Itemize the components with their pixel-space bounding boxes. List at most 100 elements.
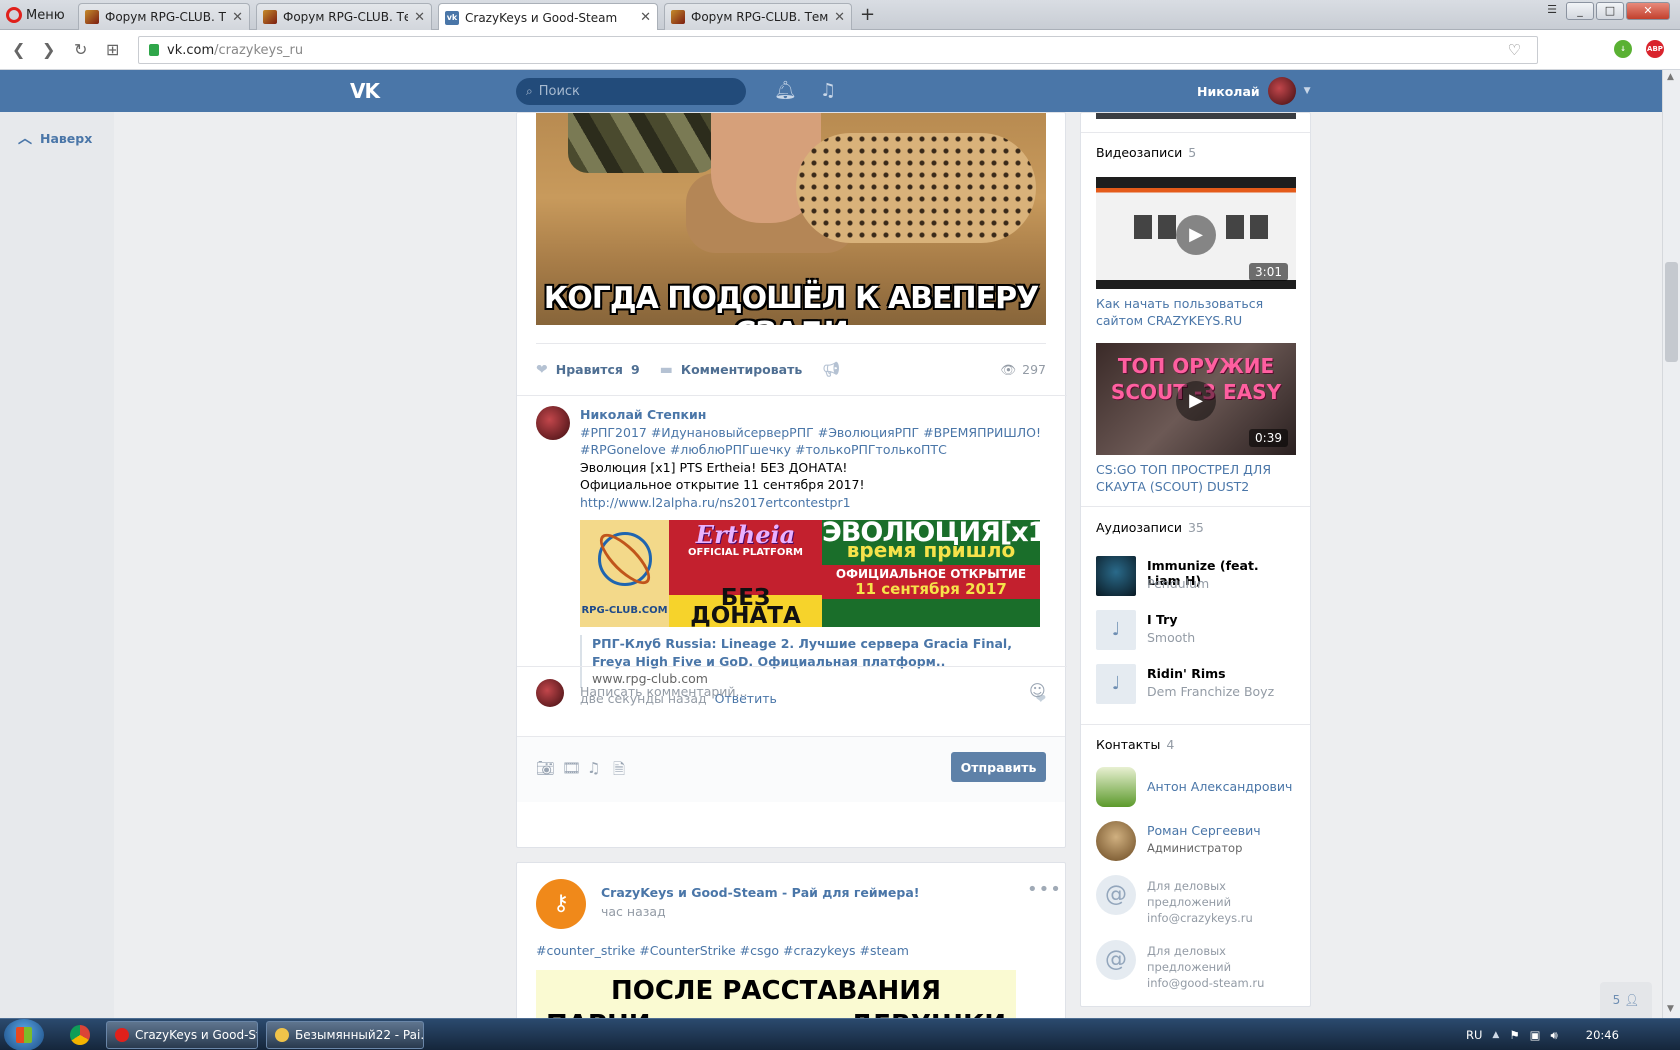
language-indicator[interactable]: RU [1466, 1028, 1482, 1042]
tab-rpg-forum-3[interactable]: Форум RPG-CLUB. Тема: Г ✕ [664, 3, 852, 30]
search-box[interactable]: ⌕ [516, 78, 746, 105]
video-thumbnail[interactable]: ТОП ОРУЖИЕ SCOUT -3 EASY ▶ 0:39 [1096, 343, 1296, 455]
tab-close-icon[interactable]: ✕ [414, 10, 425, 25]
reload-icon[interactable]: ↻ [74, 40, 87, 59]
scroll-down-arrow-icon[interactable]: ▼ [1667, 1004, 1674, 1014]
more-options-icon[interactable]: ••• [1027, 879, 1062, 900]
scrollbar-thumb[interactable] [1665, 262, 1678, 362]
video-icon[interactable]: 🎞︎ [562, 759, 581, 777]
contact-name[interactable]: Антон Александрович [1147, 779, 1292, 794]
scroll-up-column[interactable]: ︿ Наверх [0, 112, 114, 1018]
track-artist[interactable]: Pendulum [1147, 576, 1209, 591]
divider [1081, 132, 1310, 133]
scroll-up-arrow-icon[interactable]: ▲ [1667, 72, 1674, 82]
scroll-to-top-link[interactable]: ︿ Наверх [18, 128, 92, 148]
adblock-extension-icon[interactable]: ABP [1646, 40, 1664, 58]
network-icon[interactable]: ▣ [1530, 1028, 1541, 1042]
play-icon: ▶ [1176, 215, 1216, 255]
music-note-icon[interactable]: ♫ [587, 759, 600, 777]
post-image[interactable]: КОГДА ПОДОШЁЛ К АВЕПЕРУ СЗАДИ [536, 113, 1046, 325]
comment-link[interactable]: http://www.l2alpha.ru/ns2017ertcontestpr… [580, 494, 1046, 512]
track-artist[interactable]: Dem Franchize Boyz [1147, 684, 1274, 699]
comment-author-link[interactable]: Николай Степкин [580, 406, 1046, 424]
tab-rpg-forum-1[interactable]: Форум RPG-CLUB. Тема: 2 ✕ [78, 3, 250, 30]
group-avatar-key-icon[interactable]: ⚷ [536, 879, 586, 929]
tab-close-icon[interactable]: ✕ [834, 10, 845, 25]
back-icon[interactable]: ❮ [12, 40, 25, 59]
emoji-icon[interactable]: ☺ [1029, 681, 1046, 700]
email-at-icon: @ [1096, 875, 1136, 915]
speed-dial-icon[interactable]: ⊞ [106, 40, 119, 59]
audio-header[interactable]: Аудиозаписи 35 [1096, 520, 1204, 535]
divider [1081, 506, 1310, 507]
contact-name[interactable]: Роман Сергеевич [1147, 823, 1261, 838]
track-artist[interactable]: Smooth [1147, 630, 1195, 645]
contact-role: Администратор [1147, 841, 1243, 855]
chrome-icon[interactable] [70, 1025, 90, 1045]
close-window-icon[interactable]: ✕ [1626, 2, 1670, 20]
group-name-link[interactable]: CrazyKeys и Good-Steam - Рай для геймера… [601, 885, 919, 900]
comment-input[interactable]: Написать комментарий... [580, 684, 747, 699]
videos-count: 5 [1188, 145, 1197, 160]
comment-hashtags[interactable]: #RPGonelove #люблюРПГшечку #толькоРПГтол… [580, 441, 1046, 459]
notifications-bell-icon[interactable]: 🔔︎ [774, 80, 797, 101]
image-caption: КОГДА ПОДОШЁЛ К АВЕПЕРУ СЗАДИ [543, 281, 1040, 325]
tab-rpg-forum-2[interactable]: Форум RPG-CLUB. Тема: 2 ✕ [256, 3, 432, 30]
like-button[interactable]: ❤ Нравится 9 [536, 362, 640, 378]
url-field[interactable]: vk.com/crazykeys_ru ♡ [138, 36, 1538, 64]
tab-close-icon[interactable]: ✕ [640, 10, 651, 25]
photo-thumbnail[interactable] [1096, 113, 1296, 119]
browser-tab-strip: Меню Форум RPG-CLUB. Тема: 2 ✕ Форум RPG… [0, 0, 1680, 31]
opera-menu-button[interactable]: Меню [6, 4, 65, 26]
show-hidden-icons-icon[interactable]: ▲ [1492, 1030, 1499, 1040]
page-scrollbar[interactable]: ▲ ▼ [1662, 70, 1680, 1018]
contacts-header[interactable]: Контакты 4 [1096, 737, 1174, 752]
user-menu[interactable]: Николай ▼ [1197, 77, 1311, 105]
vk-logo[interactable]: VK [350, 79, 380, 103]
videos-header[interactable]: Видеозаписи 5 [1096, 145, 1196, 160]
forward-icon[interactable]: ❯ [42, 40, 55, 59]
banner-time-has-come: время пришло [846, 537, 1016, 562]
task-label: CrazyKeys и Good-St... [135, 1028, 257, 1042]
link-banner-image[interactable]: RPG-CLUB.COM Ertheia OFFICIAL PLATFORM Б… [580, 520, 1040, 627]
user-name: Николай [1197, 83, 1260, 99]
tab-label: Форум RPG-CLUB. Тема: 2 [283, 10, 408, 24]
bookmark-heart-icon[interactable]: ♡ [1508, 41, 1521, 59]
taskbar-task-opera[interactable]: CrazyKeys и Good-St... [106, 1021, 258, 1049]
audio-item[interactable]: ♩ I Try Smooth [1096, 610, 1296, 650]
comment-hashtags[interactable]: #РПГ2017 #ИдунановыйсерверРПГ #ЭволюцияР… [580, 424, 1046, 442]
video-title-link[interactable]: CS:GO ТОП ПРОСТРЕЛ ДЛЯ СКАУТА (SCOUT) DU… [1096, 461, 1296, 495]
post-hashtags[interactable]: #counter_strike #CounterStrike #csgo #cr… [536, 943, 909, 958]
camera-icon[interactable]: 📷︎ [536, 759, 555, 777]
tab-close-icon[interactable]: ✕ [232, 10, 243, 25]
volume-icon[interactable]: 🔊︎ [1551, 1028, 1558, 1043]
new-tab-icon[interactable]: + [860, 4, 875, 25]
video-thumbnail[interactable]: ▶ 3:01 [1096, 177, 1296, 289]
action-center-flag-icon[interactable]: ⚑ [1509, 1028, 1519, 1042]
online-friends-button[interactable]: 5 👤︎ [1600, 982, 1652, 1018]
start-button[interactable] [4, 1019, 44, 1050]
address-bar-row: ❮ ❯ ↻ ⊞ vk.com/crazykeys_ru ♡ ↓ ABP [0, 30, 1680, 70]
video-duration: 0:39 [1249, 429, 1288, 447]
music-icon[interactable]: ♫ [820, 80, 836, 101]
avatar[interactable] [536, 406, 570, 440]
search-input[interactable] [538, 84, 729, 99]
audio-item[interactable]: ♩ Ridin' Rims Dem Franchize Boyz [1096, 664, 1296, 704]
post-time[interactable]: час назад [601, 904, 666, 919]
download-extension-icon[interactable]: ↓ [1614, 40, 1632, 58]
minimize-icon[interactable]: _ [1566, 2, 1594, 20]
comment-button[interactable]: ▬ Комментировать [660, 362, 803, 378]
snippet-title[interactable]: РПГ-Клуб Russia: Lineage 2. Лучшие серве… [592, 635, 1046, 670]
send-button[interactable]: Отправить [951, 752, 1046, 782]
tab-menu-icon[interactable]: ☰ [1540, 2, 1564, 20]
video-title-link[interactable]: Как начать пользоваться сайтом CRAZYKEYS… [1096, 295, 1296, 329]
clock[interactable]: 20:46 [1586, 1028, 1619, 1042]
audio-item[interactable]: Immunize (feat. Liam H) Pendulum [1096, 556, 1296, 596]
tab-crazykeys[interactable]: vk CrazyKeys и Good-Steam ✕ [438, 3, 658, 31]
comment-text: Официальное открытие 11 сентября 2017! [580, 477, 865, 492]
vk-favicon-icon: vk [445, 10, 459, 25]
taskbar-task-paint[interactable]: Безымянный22 - Pai... [266, 1021, 424, 1049]
maximize-icon[interactable]: □ [1596, 2, 1624, 20]
document-icon[interactable]: 🗎 [613, 759, 625, 784]
share-button[interactable]: 📢︎ [822, 362, 840, 378]
